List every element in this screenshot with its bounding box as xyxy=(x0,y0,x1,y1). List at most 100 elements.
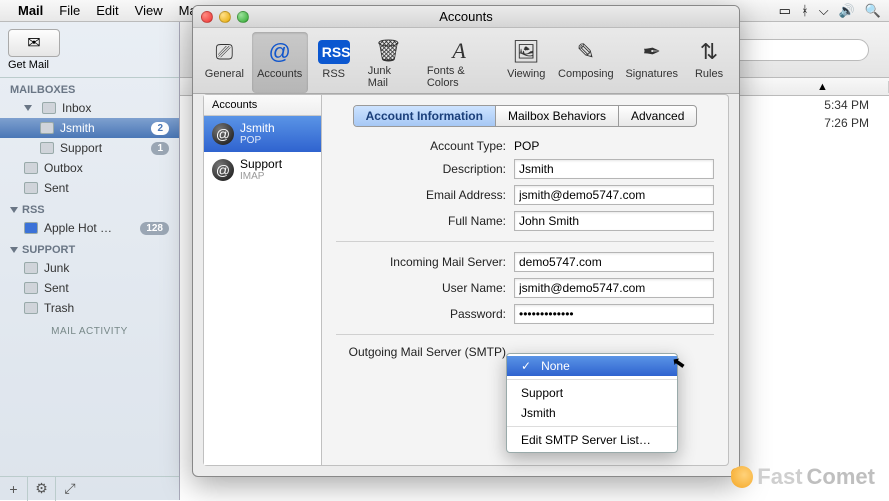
expand-button[interactable]: ⤢ xyxy=(56,477,84,501)
incoming-input[interactable] xyxy=(514,252,714,272)
rules-icon: ⇅ xyxy=(693,36,725,68)
mailbox-label: Trash xyxy=(44,301,74,315)
bluetooth-icon[interactable]: ᚼ xyxy=(801,3,809,18)
mailbox-label: Sent xyxy=(44,281,69,295)
unread-badge: 2 xyxy=(151,122,169,135)
inbox-icon xyxy=(42,102,56,114)
folder-sent[interactable]: Sent xyxy=(0,278,179,298)
mailbox-inbox[interactable]: Inbox xyxy=(0,98,179,118)
section-mailboxes: MAILBOXES xyxy=(0,78,179,98)
tab-fonts[interactable]: AFonts & Colors xyxy=(419,32,499,93)
folder-icon xyxy=(24,302,38,314)
spotlight-icon[interactable]: 🔍 xyxy=(865,3,881,19)
mailbox-label: Jsmith xyxy=(60,121,95,135)
preferences-window: Accounts ⎚General @Accounts RSSRSS 🗑Junk… xyxy=(192,5,740,477)
section-support: SUPPORT xyxy=(0,238,179,258)
tab-mailbox-behaviors[interactable]: Mailbox Behaviors xyxy=(496,106,619,126)
action-button[interactable]: ⚙ xyxy=(28,477,56,501)
get-mail-button[interactable]: ✉︎ xyxy=(8,29,60,57)
mailbox-label: Apple Hot … xyxy=(44,221,112,235)
mailbox-label: Inbox xyxy=(62,101,91,115)
label-smtp: Outgoing Mail Server (SMTP) xyxy=(336,345,506,359)
rss-icon xyxy=(24,222,38,234)
tab-advanced[interactable]: Advanced xyxy=(619,106,696,126)
smtp-option-edit[interactable]: Edit SMTP Server List… xyxy=(507,430,677,450)
prefs-titlebar[interactable]: Accounts xyxy=(193,6,739,28)
smtp-option-jsmith[interactable]: Jsmith xyxy=(507,403,677,423)
tab-label: RSS xyxy=(322,68,345,80)
comet-icon xyxy=(731,466,753,488)
menu-app[interactable]: Mail xyxy=(18,3,43,18)
rss-icon: RSS xyxy=(318,40,350,64)
wifi-icon[interactable]: ⌵ xyxy=(819,3,829,19)
section-rss: RSS xyxy=(0,198,179,218)
account-jsmith[interactable]: @ JsmithPOP xyxy=(204,116,321,152)
mail-activity-label: MAIL ACTIVITY xyxy=(0,318,179,345)
tab-label: Junk Mail xyxy=(368,65,409,89)
folder-junk[interactable]: Junk xyxy=(0,258,179,278)
tab-rules[interactable]: ⇅Rules xyxy=(685,32,733,93)
tab-label: Rules xyxy=(695,68,723,80)
tab-signatures[interactable]: ✒︎Signatures xyxy=(620,32,683,93)
menu-edit[interactable]: Edit xyxy=(96,3,118,18)
fonts-icon: A xyxy=(443,36,475,65)
mailbox-outbox[interactable]: Outbox xyxy=(0,158,179,178)
at-icon: @ xyxy=(212,159,234,181)
battery-icon[interactable]: ▭ xyxy=(779,3,791,19)
smtp-dropdown-menu: None Support Jsmith Edit SMTP Server Lis… xyxy=(506,353,678,453)
tab-accounts[interactable]: @Accounts xyxy=(252,32,308,93)
inbox-icon xyxy=(40,122,54,134)
folder-icon xyxy=(24,282,38,294)
mailbox-sent[interactable]: Sent xyxy=(0,178,179,198)
at-icon: @ xyxy=(212,123,234,145)
tab-general[interactable]: ⎚General xyxy=(199,32,250,93)
mailbox-jsmith[interactable]: Jsmith 2 xyxy=(0,118,179,138)
junk-icon: 🗑 xyxy=(372,36,404,65)
account-name: Support xyxy=(240,158,282,171)
get-mail-label: Get Mail xyxy=(8,59,49,71)
description-input[interactable] xyxy=(514,159,714,179)
watermark: FastComet xyxy=(731,464,875,490)
mailbox-label: Outbox xyxy=(44,161,83,175)
signatures-icon: ✒︎ xyxy=(636,36,668,68)
menu-label: Edit SMTP Server List… xyxy=(521,433,651,447)
smtp-option-none[interactable]: None xyxy=(507,356,677,376)
menu-label: Jsmith xyxy=(521,406,556,420)
tab-label: Accounts xyxy=(257,68,302,80)
tab-label: Viewing xyxy=(507,68,545,80)
add-button[interactable]: + xyxy=(0,477,28,501)
tab-composing[interactable]: ✎Composing xyxy=(553,32,618,93)
mailbox-label: Junk xyxy=(44,261,69,275)
tab-viewing[interactable]: 🖼Viewing xyxy=(501,32,551,93)
label-description: Description: xyxy=(336,162,506,176)
username-input[interactable] xyxy=(514,278,714,298)
mailbox-support[interactable]: Support 1 xyxy=(0,138,179,158)
menu-view[interactable]: View xyxy=(135,3,163,18)
chevron-down-icon xyxy=(24,105,32,111)
account-type: POP xyxy=(240,135,275,146)
folder-trash[interactable]: Trash xyxy=(0,298,179,318)
tab-junk[interactable]: 🗑Junk Mail xyxy=(360,32,417,93)
tab-rss[interactable]: RSS RSS xyxy=(310,32,358,93)
menu-label: None xyxy=(541,359,570,373)
menu-file[interactable]: File xyxy=(59,3,80,18)
rss-apple-hot[interactable]: Apple Hot … 128 xyxy=(0,218,179,238)
tab-account-info[interactable]: Account Information xyxy=(354,106,496,126)
account-type: IMAP xyxy=(240,171,282,182)
unread-badge: 128 xyxy=(140,222,169,235)
viewing-icon: 🖼 xyxy=(510,36,542,68)
account-detail: Account Information Mailbox Behaviors Ad… xyxy=(322,95,728,465)
email-input[interactable] xyxy=(514,185,714,205)
label-password: Password: xyxy=(336,307,506,321)
password-input[interactable] xyxy=(514,304,714,324)
volume-icon[interactable]: 🔊 xyxy=(839,3,855,19)
tab-label: General xyxy=(205,68,244,80)
prefs-title: Accounts xyxy=(193,9,739,24)
sort-indicator[interactable]: ▲ xyxy=(809,81,889,93)
fullname-input[interactable] xyxy=(514,211,714,231)
smtp-option-support[interactable]: Support xyxy=(507,383,677,403)
watermark-fast: Fast xyxy=(757,464,802,490)
outbox-icon xyxy=(24,162,38,174)
account-support[interactable]: @ SupportIMAP xyxy=(204,152,321,188)
envelope-icon: ✉︎ xyxy=(27,33,40,53)
